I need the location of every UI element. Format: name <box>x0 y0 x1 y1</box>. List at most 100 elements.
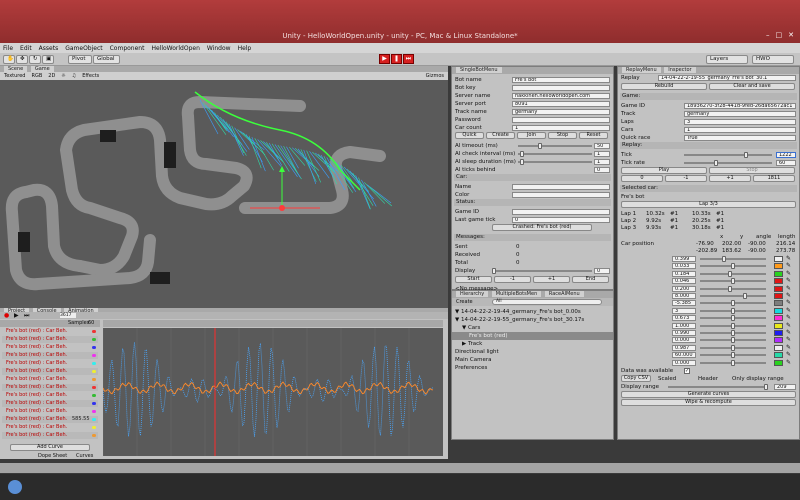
param-slider[interactable] <box>700 337 766 344</box>
param-value[interactable]: 0.000 <box>672 337 696 344</box>
tab-multiplebots[interactable]: MultipleBotsMen <box>491 291 542 297</box>
tab-singlebot[interactable]: SingleBotMenu <box>456 67 502 73</box>
display-nav-button[interactable]: -1 <box>494 276 531 283</box>
color-swatch[interactable] <box>774 322 783 329</box>
replay-step-button[interactable]: +1 <box>709 175 751 182</box>
param-value[interactable]: 0.987 <box>672 344 696 351</box>
rotate-tool-icon[interactable]: ↻ <box>29 55 41 64</box>
slider-knob[interactable] <box>538 143 542 149</box>
param-slider[interactable] <box>700 344 766 351</box>
curves-tab[interactable]: Curves <box>76 453 93 459</box>
param-slider[interactable] <box>700 359 766 366</box>
copy-csv-button[interactable]: Copy CSV <box>621 375 651 382</box>
slider-knob[interactable] <box>731 337 735 344</box>
hand-tool-icon[interactable]: ✋ <box>3 55 15 64</box>
param-slider[interactable] <box>700 300 766 307</box>
start-icon[interactable] <box>8 480 22 494</box>
slider-knob[interactable] <box>764 384 768 390</box>
menu-component[interactable]: Component <box>110 45 145 52</box>
curve-row[interactable]: Fre's bot (red) : Car Beh. <box>2 392 98 399</box>
slider-knob[interactable] <box>731 352 735 359</box>
clear-save-button[interactable]: Clear and save <box>709 83 795 90</box>
next-key-icon[interactable]: ⏭ <box>24 312 29 320</box>
hierarchy-item[interactable]: Directional light <box>452 348 613 356</box>
bot-quick-button[interactable]: Quick <box>455 132 484 139</box>
param-value[interactable]: 0.399 <box>672 256 696 262</box>
shading-dropdown[interactable]: Textured <box>4 73 25 79</box>
slider-knob[interactable] <box>714 160 718 166</box>
menu-edit[interactable]: Edit <box>20 45 32 52</box>
replay-step-button[interactable]: -1 <box>665 175 707 182</box>
field-input[interactable]: germany <box>512 109 610 115</box>
audio-icon[interactable]: ♫ <box>72 73 76 79</box>
curve-row[interactable]: Fre's bot (red) : Car Beh. <box>2 368 98 375</box>
display-nav-button[interactable]: Start <box>455 276 492 283</box>
ai-slider[interactable] <box>518 159 592 165</box>
bot-stop-button[interactable]: Stop <box>548 132 577 139</box>
dope-sheet-tab[interactable]: Dope Sheet <box>38 453 67 459</box>
menu-assets[interactable]: Assets <box>39 45 59 52</box>
slider-knob[interactable] <box>731 300 735 307</box>
slider-knob[interactable] <box>731 359 735 366</box>
curve-row[interactable]: Fre's bot (red) : Car Beh. <box>2 336 98 343</box>
color-swatch[interactable] <box>774 344 783 351</box>
param-slider[interactable] <box>700 263 766 270</box>
wipe-recompute-button[interactable]: Wipe & recompute <box>621 399 796 406</box>
color-swatch[interactable] <box>774 300 783 307</box>
curve-graph[interactable] <box>102 328 443 456</box>
color-swatch[interactable] <box>774 307 783 314</box>
generate-curves-button[interactable]: Generate curves <box>621 391 796 398</box>
field-input[interactable]: 1 <box>512 125 610 131</box>
param-value[interactable]: 0.200 <box>672 285 696 292</box>
curve-row[interactable]: Fre's bot (red) : Car Beh. <box>2 328 98 335</box>
ai-value[interactable]: 50 <box>594 143 610 149</box>
scaled-checkbox[interactable]: Scaled <box>658 375 676 383</box>
pivot-button[interactable]: Pivot <box>68 55 92 64</box>
curve-row[interactable]: Fre's bot (red) : Car Beh. <box>2 360 98 367</box>
param-slider[interactable] <box>700 293 766 299</box>
param-value[interactable]: 0.990 <box>672 330 696 336</box>
param-value[interactable]: 0.000 <box>672 359 696 366</box>
param-value[interactable]: 0.033 <box>672 263 696 270</box>
param-value[interactable]: 0.046 <box>672 278 696 285</box>
curve-blue[interactable] <box>102 342 434 437</box>
scene-view[interactable] <box>0 80 448 308</box>
maximize-icon[interactable]: □ <box>776 31 783 39</box>
slider-knob[interactable] <box>520 159 524 165</box>
color-swatch[interactable] <box>774 285 783 292</box>
hierarchy-item[interactable]: Main Camera <box>452 356 613 364</box>
curve-row[interactable]: Fre's bot (red) : Car Beh. <box>2 400 98 407</box>
slider-knob[interactable] <box>743 293 747 299</box>
rgb-dropdown[interactable]: RGB <box>31 73 42 79</box>
eyedropper-icon[interactable]: ✎ <box>786 359 791 367</box>
param-value[interactable]: -5.385 <box>672 300 696 307</box>
menu-gameobject[interactable]: GameObject <box>65 45 102 52</box>
ai-slider[interactable] <box>518 151 592 157</box>
bot-create-button[interactable]: Create <box>486 132 515 139</box>
menu-file[interactable]: File <box>3 45 13 52</box>
layout-dropdown[interactable]: HWO <box>752 55 794 64</box>
car-field-input[interactable] <box>512 184 610 190</box>
minimize-icon[interactable]: – <box>766 31 770 39</box>
stop-replay-button[interactable]: Stop <box>709 167 795 174</box>
field-input[interactable]: Fre's bot <box>512 77 610 83</box>
play-replay-button[interactable]: Play <box>621 167 707 174</box>
hierarchy-item[interactable]: Fre's bot (red) <box>452 332 613 340</box>
tab-inspector[interactable]: Inspector <box>664 67 696 73</box>
curve-row[interactable]: Fre's bot (red) : Car Beh. <box>2 376 98 383</box>
play-anim-icon[interactable]: ▶ <box>14 312 19 319</box>
color-swatch[interactable] <box>774 352 783 359</box>
only-display-checkbox[interactable]: Only display range <box>732 375 784 383</box>
ai-value[interactable]: 1 <box>594 151 610 157</box>
slider-knob[interactable] <box>492 268 496 274</box>
global-button[interactable]: Global <box>93 55 120 64</box>
menu-helloworldopen[interactable]: HelloWorldOpen <box>151 45 199 52</box>
display-slider[interactable] <box>492 268 592 274</box>
ai-slider[interactable] <box>518 143 592 149</box>
curve-row[interactable]: Fre's bot (red) : Car Beh. <box>2 424 98 431</box>
slider-knob[interactable] <box>731 322 735 329</box>
param-value[interactable]: 0.673 <box>672 315 696 322</box>
color-swatch[interactable] <box>774 315 783 322</box>
gizmos-dropdown[interactable]: Gizmos <box>426 73 444 79</box>
param-value[interactable]: 0.184 <box>672 270 696 277</box>
